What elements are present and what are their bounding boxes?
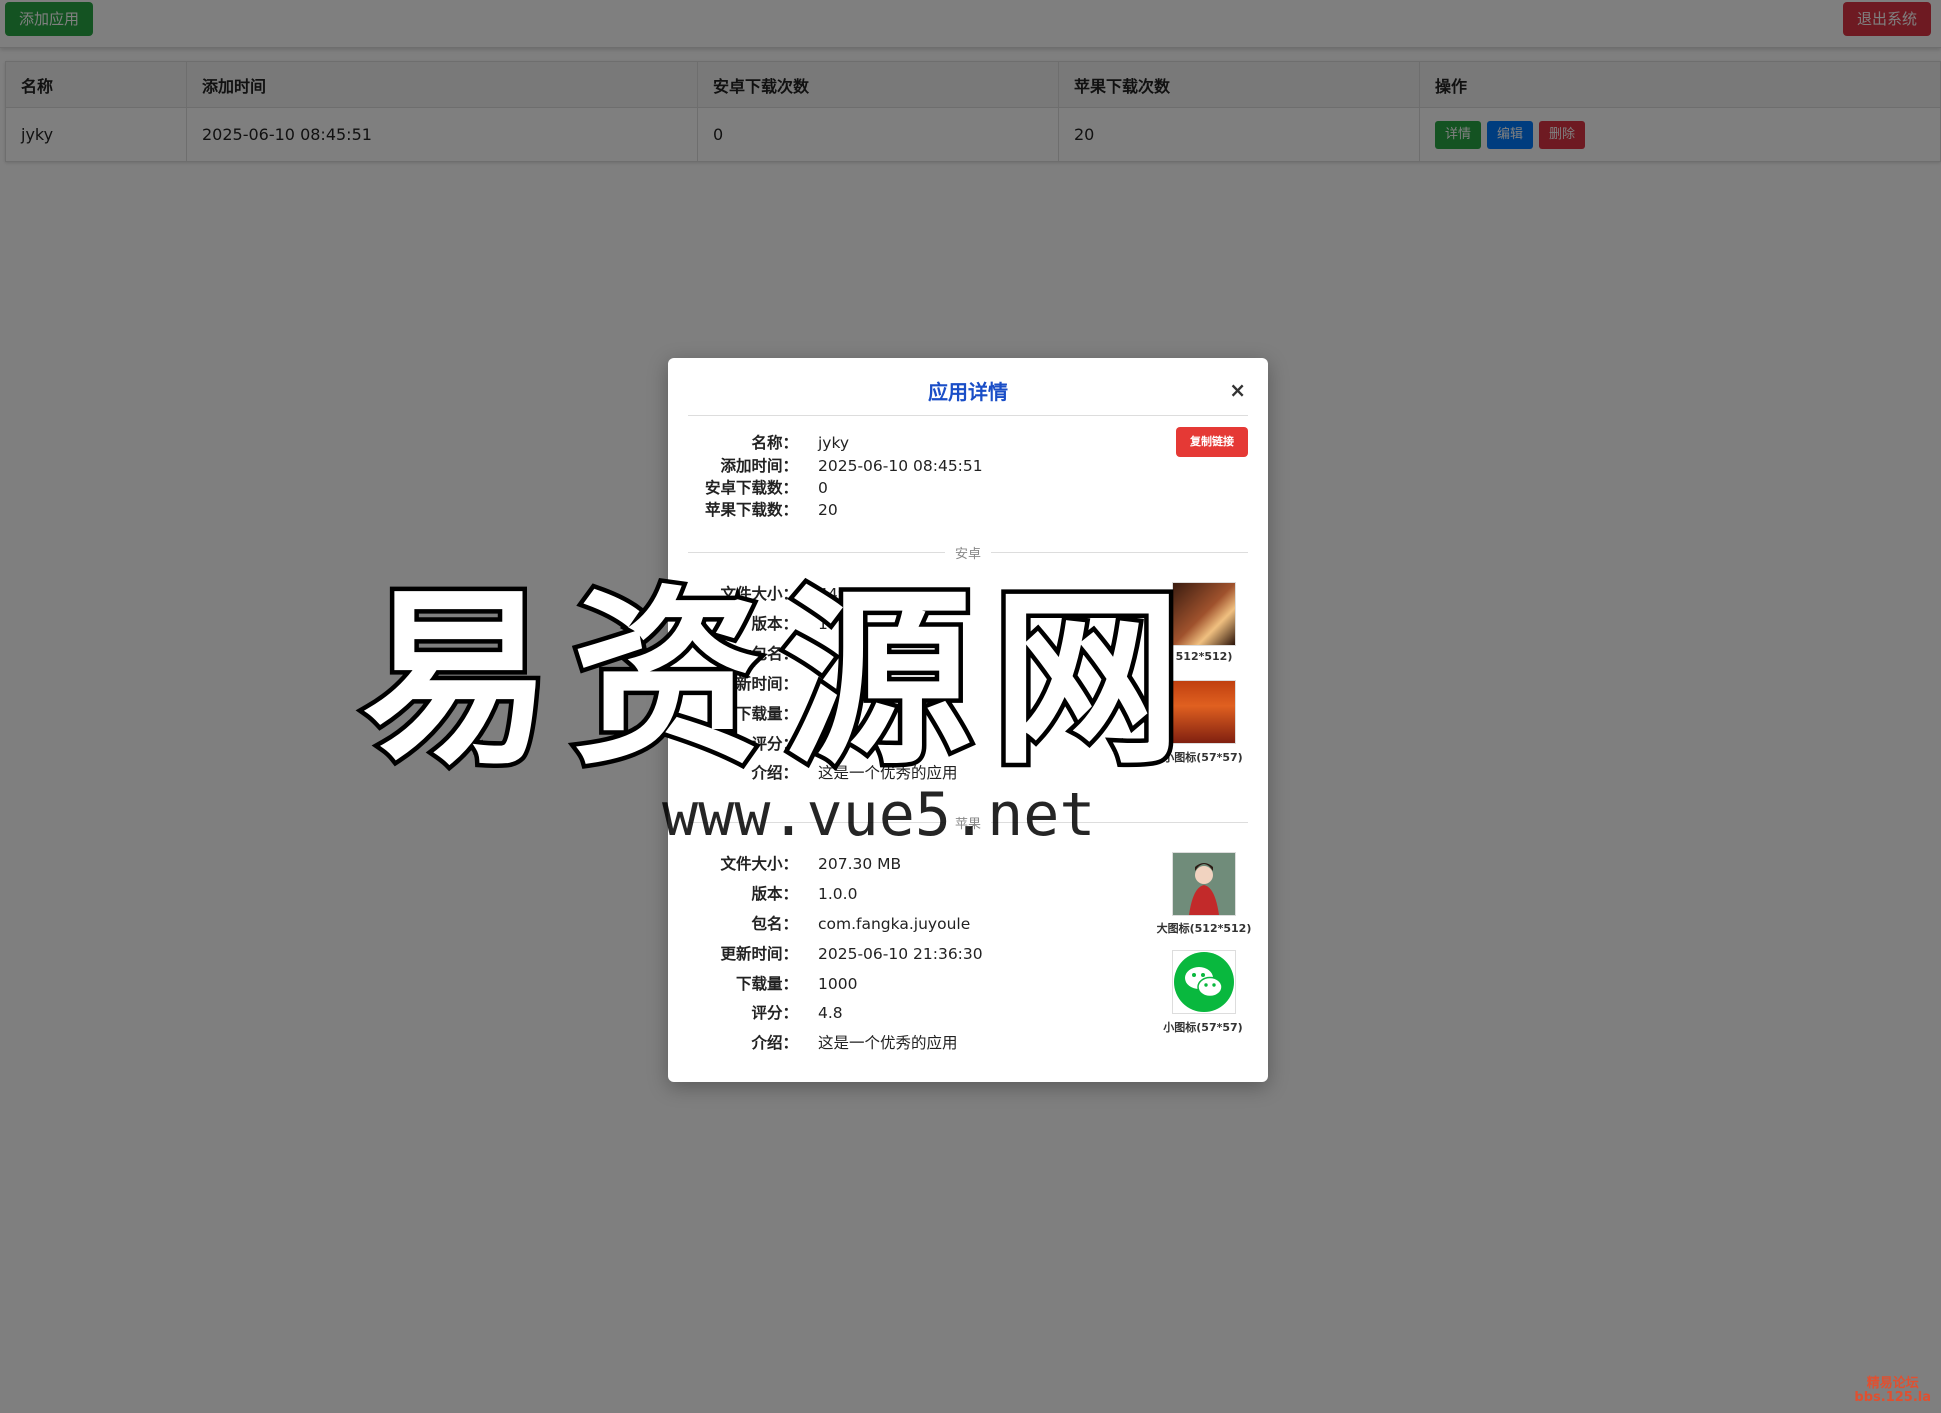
field-label: 下载量： [735, 705, 798, 723]
summary-row-added: 添加时间： 2025-06-10 08:45:51 [688, 454, 983, 476]
field-value: 20 [818, 501, 838, 519]
modal-title: 应用详情 [688, 378, 1248, 416]
field-label: 文件大小： [720, 585, 798, 603]
ios-small-icon-image [1172, 950, 1236, 1014]
android-section-label: 安卓 [668, 543, 1268, 562]
ios-section-label: 苹果 [668, 813, 1268, 832]
ios-large-icon-image [1172, 852, 1236, 916]
field-label: 版本： [751, 885, 798, 903]
summary-row-name: 名称： jyky [688, 431, 849, 453]
close-icon[interactable]: × [1229, 380, 1246, 400]
android-row: 包名： [688, 642, 818, 664]
field-label: 介绍： [751, 764, 798, 782]
forum-corner-mark: 精易论坛 bbs.125.la [1854, 1377, 1931, 1405]
field-label: 文件大小： [720, 855, 798, 873]
field-label: 包名： [751, 645, 798, 663]
android-small-icon-image [1172, 680, 1236, 744]
android-row: 介绍： 这是一个优秀的应用 [688, 761, 958, 783]
field-label: 包名： [751, 915, 798, 933]
android-row: 评分： 4.5 [688, 732, 843, 754]
field-label: 名称： [751, 434, 798, 452]
ios-row: 下载量： 1000 [688, 972, 857, 994]
field-value: com.fangka.juyoule [818, 915, 971, 933]
summary-row-ios-downloads: 苹果下载数： 20 [688, 498, 838, 520]
wechat-icon [1174, 952, 1234, 1012]
field-value: 1000 [818, 975, 858, 993]
android-row: 版本： 1 [688, 612, 828, 634]
field-value: 30 [940, 675, 960, 693]
field-value: 0 [818, 479, 828, 497]
field-value: 4.5 [818, 735, 843, 753]
field-label: 介绍： [751, 1034, 798, 1052]
copy-link-button[interactable]: 复制链接 [1176, 427, 1248, 457]
field-value: 这是一个优秀的应用 [818, 764, 958, 782]
ios-large-icon-caption: 大图标(512*512) [1156, 922, 1252, 935]
field-label: 苹果下载数： [704, 501, 798, 519]
corner-mark-line1: 精易论坛 [1866, 1376, 1919, 1391]
corner-mark-line2: bbs.125.la [1854, 1390, 1931, 1405]
field-value: 这是一个优秀的应用 [818, 1034, 958, 1052]
field-value: 207.30 MB [818, 855, 902, 873]
field-value: jyky [818, 434, 850, 452]
field-value: 1 [818, 615, 828, 633]
field-value: 2025-06-10 08:45:51 [818, 457, 983, 475]
field-label: 更新时间： [720, 945, 798, 963]
field-label: 下载量： [735, 975, 798, 993]
ios-row: 更新时间： 2025-06-10 21:36:30 [688, 942, 983, 964]
android-row: 下载量： [688, 702, 818, 724]
android-large-icon-image [1172, 582, 1236, 646]
ios-small-icon-caption: 小图标(57*57) [1163, 1021, 1243, 1034]
field-value: 449.60 MB [818, 585, 902, 603]
field-value: 4.8 [818, 1004, 843, 1022]
ios-row: 介绍： 这是一个优秀的应用 [688, 1031, 958, 1053]
field-label: 更新时间： [720, 675, 798, 693]
field-label: 版本： [751, 615, 798, 633]
android-row: 文件大小： 449.60 MB [688, 582, 901, 604]
ios-row: 评分： 4.8 [688, 1001, 843, 1023]
android-row: 更新时间： 30 [688, 672, 960, 694]
ios-row: 文件大小： 207.30 MB [688, 852, 901, 874]
summary-row-android-downloads: 安卓下载数： 0 [688, 476, 828, 498]
field-label: 评分： [751, 1004, 798, 1022]
android-large-icon-caption: 512*512) [1175, 650, 1233, 663]
field-label: 评分： [751, 735, 798, 753]
field-label: 安卓下载数： [704, 479, 798, 497]
app-detail-modal: 应用详情 × 复制链接 名称： jyky 添加时间： 2025-06-10 08:4… [668, 358, 1268, 1082]
ios-row: 包名： com.fangka.juyoule [688, 912, 970, 934]
field-value: 2025-06-10 21:36:30 [818, 945, 983, 963]
field-value: 1.0.0 [818, 885, 858, 903]
field-label: 添加时间： [720, 457, 798, 475]
portrait-icon [1173, 853, 1235, 915]
android-small-icon-caption: 小图标(57*57) [1163, 751, 1243, 764]
ios-row: 版本： 1.0.0 [688, 882, 857, 904]
